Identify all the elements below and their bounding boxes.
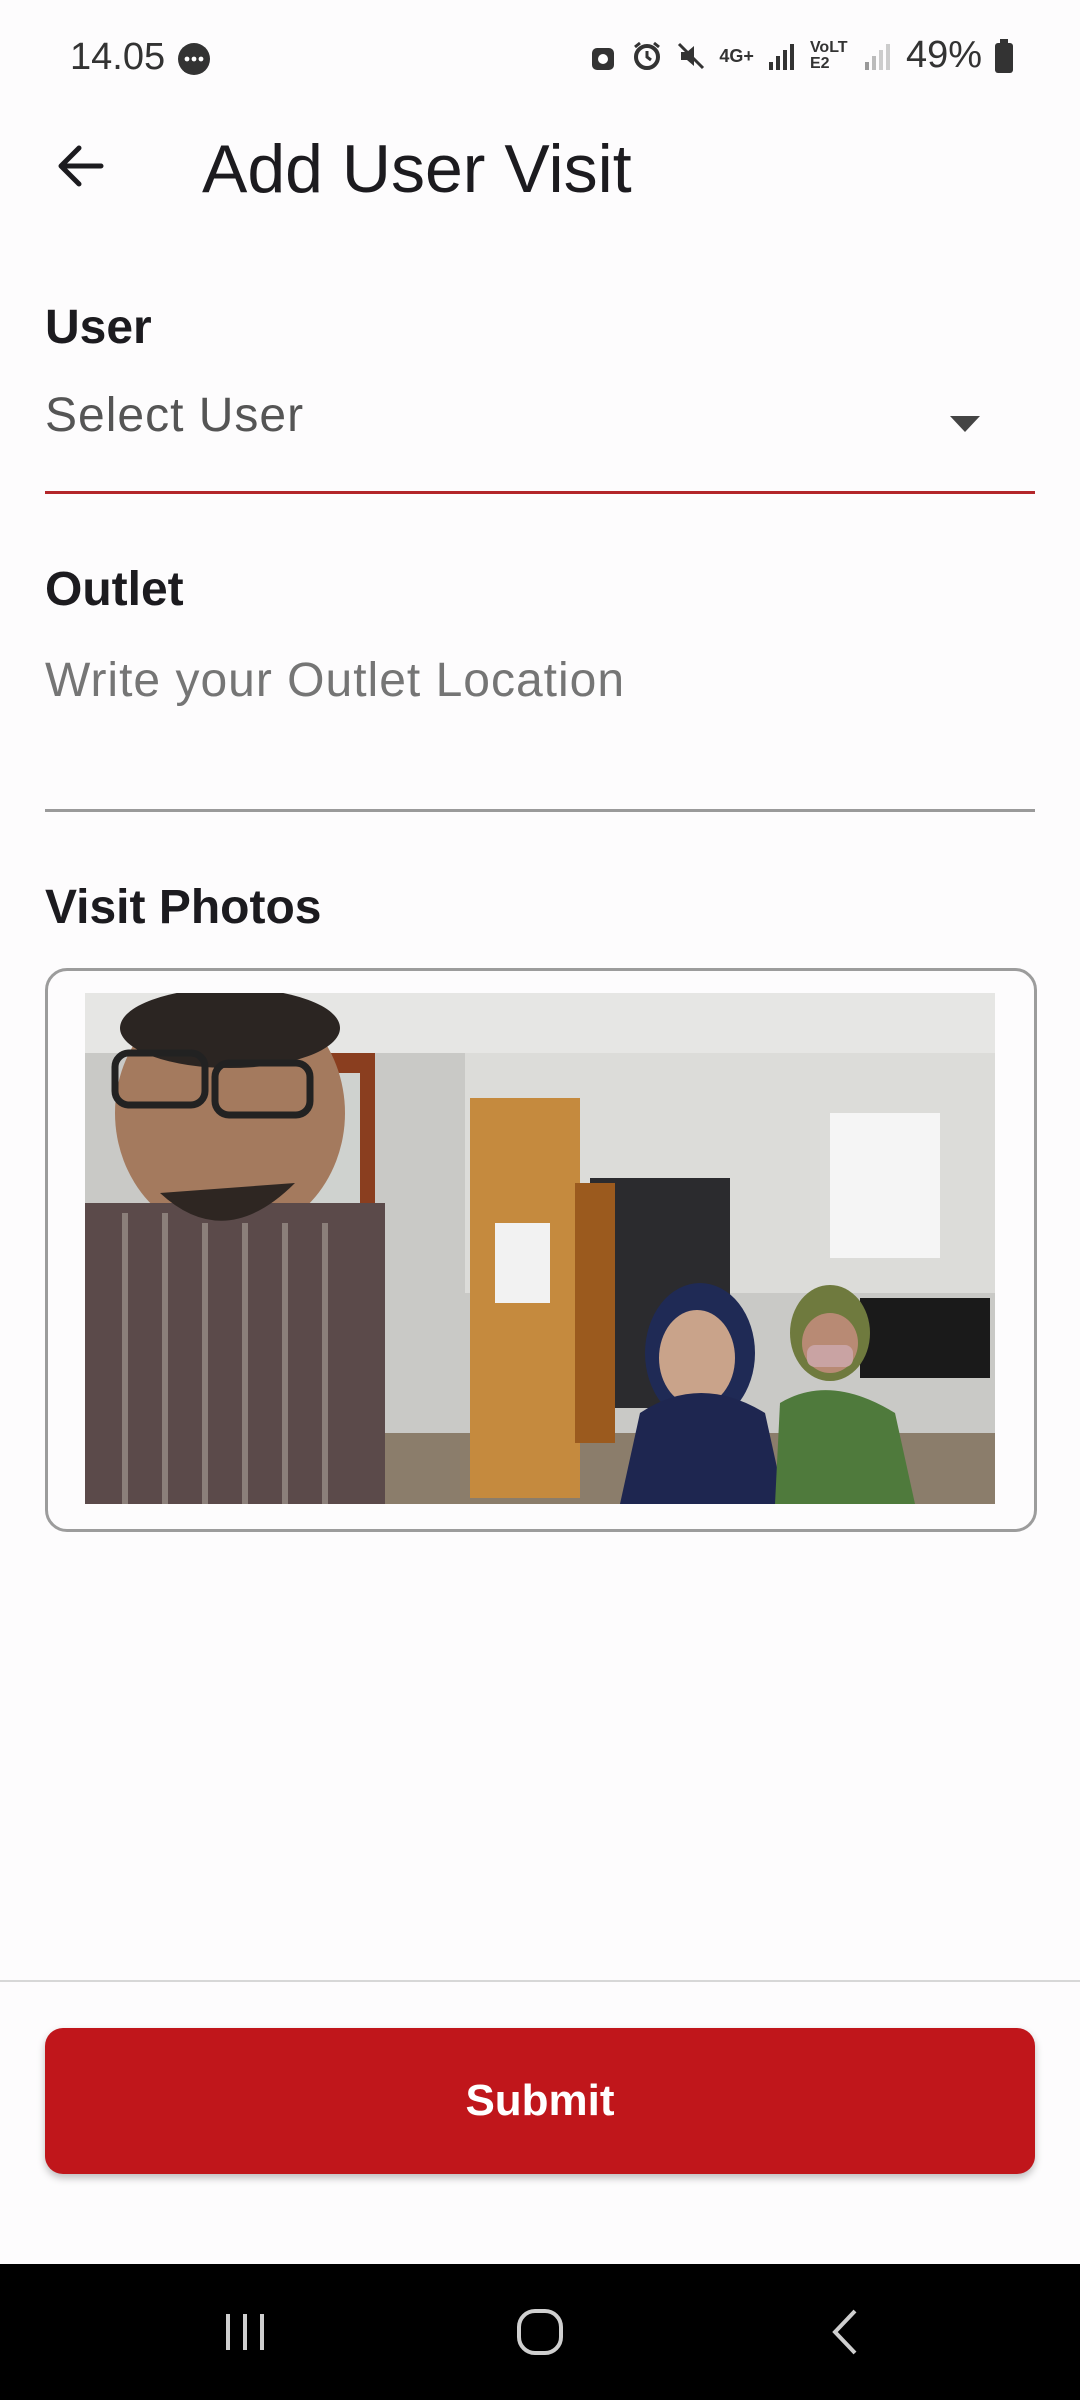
arrow-left-icon	[58, 145, 104, 187]
back-button[interactable]	[50, 136, 110, 196]
mute-icon	[678, 42, 705, 69]
user-field-underline	[45, 491, 1035, 494]
status-time: 14.05	[70, 36, 166, 78]
lock-icon	[592, 47, 615, 70]
home-icon	[517, 2309, 563, 2355]
submit-button[interactable]: Submit	[45, 2028, 1035, 2174]
battery-percent: 49%	[905, 34, 982, 76]
user-select-value: Select User	[45, 389, 305, 442]
outlet-field-underline	[45, 809, 1035, 812]
home-button[interactable]	[505, 2300, 575, 2364]
visit-photos-label: Visit Photos	[45, 881, 322, 934]
status-icons: 4G+ VoLTE2 49%	[587, 34, 1014, 77]
footer-divider	[0, 1980, 1080, 1982]
user-label: User	[45, 301, 152, 354]
dropdown-arrow-icon	[950, 416, 980, 432]
nav-back-icon	[832, 2309, 857, 2355]
volte-label: VoLTE2	[809, 38, 848, 72]
signal-weak-icon	[864, 43, 890, 70]
recent-apps-icon	[226, 2314, 264, 2350]
nav-back-button[interactable]	[810, 2300, 880, 2364]
outlet-input[interactable]	[45, 650, 1035, 710]
visit-photo[interactable]	[85, 993, 995, 1504]
user-select[interactable]: Select User	[45, 380, 1035, 492]
recent-apps-button[interactable]	[210, 2300, 280, 2364]
message-icon	[176, 42, 212, 83]
page-title: Add User Visit	[202, 131, 632, 207]
visit-photo-image	[85, 993, 995, 1504]
network-type-label: 4G+	[719, 45, 754, 66]
alarm-icon	[634, 41, 661, 70]
battery-icon	[995, 38, 1013, 73]
signal-icon	[768, 43, 794, 70]
outlet-label: Outlet	[45, 563, 184, 616]
